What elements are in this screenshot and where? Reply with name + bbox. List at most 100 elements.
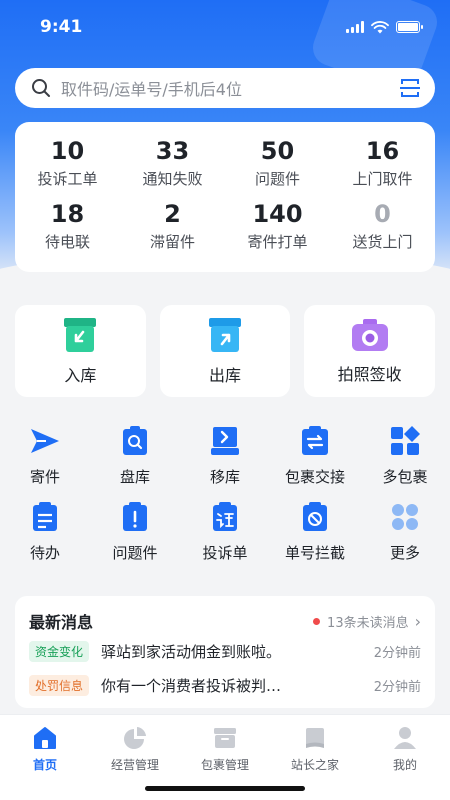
tab-label: 包裹管理: [200, 758, 249, 772]
stat-label: 寄件打单: [247, 233, 308, 251]
news-text: 驿站到家活动佣金到账啦。: [101, 642, 282, 661]
grid-label: 多包裹: [382, 468, 428, 486]
news-title: 最新消息: [29, 613, 94, 632]
inbound-box-icon: [64, 318, 97, 352]
stat-pending-call[interactable]: 18 待电联: [15, 199, 120, 262]
grid-label: 待办: [29, 544, 60, 562]
unread-messages-link[interactable]: 13条未读消息 ›: [313, 612, 421, 631]
stat-value: 16: [365, 137, 400, 165]
status-system-icons: [346, 20, 423, 34]
stat-home-delivery[interactable]: 0 送货上门: [330, 199, 435, 262]
stat-stranded[interactable]: 2 滞留件: [120, 199, 225, 262]
tab-mine[interactable]: 我的: [360, 715, 450, 800]
tab-label: 站长之家: [290, 758, 339, 772]
grid-label: 更多: [389, 544, 420, 562]
news-item[interactable]: 资金变化 驿站到家活动佣金到账啦。 2分钟前: [29, 636, 421, 666]
pie-chart-icon: [124, 727, 146, 749]
home-icon: [34, 727, 56, 749]
status-time: 9:41: [40, 17, 83, 37]
stat-value: 2: [164, 200, 181, 228]
grid-label: 问题件: [112, 544, 158, 562]
card-label: 入库: [64, 366, 97, 385]
news-tag: 处罚信息: [29, 674, 90, 696]
news-header: 最新消息 13条未读消息 ›: [29, 610, 421, 633]
grid-label: 单号拦截: [284, 544, 345, 562]
more-icon: [388, 500, 422, 534]
search-icon: [32, 79, 50, 97]
tab-label: 我的: [392, 758, 417, 772]
multi-package-icon: [388, 424, 422, 458]
search-bar[interactable]: 取件码/运单号/手机后4位: [15, 68, 435, 108]
inbound-card[interactable]: 入库: [15, 305, 146, 397]
news-panel: 最新消息 13条未读消息 › 资金变化 驿站到家活动佣金到账啦。 2分钟前 处罚…: [15, 596, 435, 708]
stat-value: 18: [50, 200, 85, 228]
photo-signoff-card[interactable]: 拍照签收: [304, 305, 436, 397]
stats-panel: 10 投诉工单 33 通知失败 50 问题件 16 上门取件 18 待电联 2 …: [15, 122, 435, 272]
grid-item-intercept[interactable]: 单号拦截: [270, 500, 360, 576]
grid-label: 包裹交接: [284, 468, 345, 486]
book-icon: [306, 728, 324, 748]
card-label: 出库: [209, 366, 242, 385]
news-time: 2分钟前: [373, 645, 421, 661]
grid-label: 移库: [209, 468, 240, 486]
stat-label: 问题件: [254, 170, 300, 188]
card-label: 拍照签收: [337, 365, 402, 384]
quick-action-cards: 入库 出库 拍照签收: [15, 305, 436, 397]
grid-item-multi-package[interactable]: 多包裹: [360, 424, 450, 500]
stat-label: 投诉工单: [37, 170, 98, 188]
grid-label: 盘库: [119, 468, 150, 486]
grid-item-problem[interactable]: 问题件: [90, 500, 180, 576]
stat-problem-items[interactable]: 50 问题件: [225, 136, 330, 199]
complaint-icon: [208, 500, 242, 534]
inventory-icon: [118, 424, 152, 458]
status-bar: 9:41: [0, 0, 450, 54]
battery-icon: [396, 21, 423, 33]
outbound-card[interactable]: 出库: [159, 305, 291, 397]
outbound-box-icon: [209, 318, 241, 352]
handover-icon: [298, 424, 332, 458]
stat-value: 140: [252, 200, 303, 228]
grid-item-inventory[interactable]: 盘库: [90, 424, 180, 500]
grid-item-send[interactable]: 寄件: [0, 424, 90, 500]
stat-door-pickup[interactable]: 16 上门取件: [330, 136, 435, 199]
search-placeholder: 取件码/运单号/手机后4位: [61, 80, 242, 99]
grid-label: 投诉单: [202, 544, 248, 562]
intercept-icon: [298, 500, 332, 534]
grid-label: 寄件: [29, 468, 60, 486]
tab-home[interactable]: 首页: [0, 715, 90, 800]
wifi-icon: [371, 20, 389, 33]
stat-notify-failed[interactable]: 33 通知失败: [120, 136, 225, 199]
stat-value: 10: [50, 137, 85, 165]
grid-item-more[interactable]: 更多: [360, 500, 450, 576]
news-time: 2分钟前: [373, 679, 421, 695]
news-text: 你有一个消费者投诉被判…: [101, 676, 282, 695]
problem-icon: [118, 500, 152, 534]
package-box-icon: [214, 728, 236, 748]
grid-item-handover[interactable]: 包裹交接: [270, 424, 360, 500]
news-tag: 资金变化: [29, 640, 90, 662]
chevron-right-icon: ›: [414, 611, 421, 631]
stat-label: 送货上门: [352, 233, 413, 251]
todo-icon: [28, 500, 62, 534]
stat-label: 上门取件: [352, 170, 413, 188]
unread-dot-icon: [313, 617, 321, 625]
stat-complaint-orders[interactable]: 10 投诉工单: [15, 136, 120, 199]
stat-value: 33: [155, 137, 190, 165]
stat-label: 待电联: [44, 233, 90, 251]
grid-item-complaint[interactable]: 投诉单: [180, 500, 270, 576]
camera-icon: [351, 319, 388, 351]
stat-value: 0: [374, 200, 391, 228]
send-icon: [28, 424, 62, 458]
news-item[interactable]: 处罚信息 你有一个消费者投诉被判… 2分钟前: [29, 670, 421, 700]
unread-count: 13条未读消息: [327, 615, 409, 631]
stat-send-print[interactable]: 140 寄件打单: [225, 199, 330, 262]
scan-icon[interactable]: [399, 77, 421, 99]
stat-value: 50: [260, 137, 295, 165]
signal-icon: [346, 21, 364, 33]
stat-label: 通知失败: [142, 170, 203, 188]
grid-item-move[interactable]: 移库: [180, 424, 270, 500]
stat-label: 滞留件: [149, 233, 195, 251]
move-icon: [208, 424, 242, 458]
user-icon: [394, 727, 416, 749]
grid-item-todo[interactable]: 待办: [0, 500, 90, 576]
